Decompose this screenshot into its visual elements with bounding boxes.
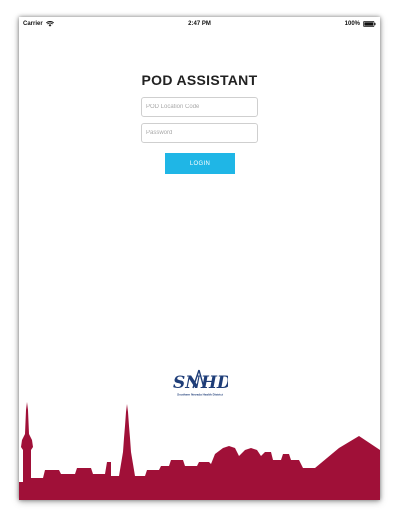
login-button[interactable]: LOGIN	[165, 153, 235, 174]
battery-icon	[363, 21, 376, 27]
app-title: POD ASSISTANT	[141, 72, 258, 88]
las-vegas-skyline	[19, 402, 380, 500]
status-bar: Carrier 2:47 PM 100%	[19, 17, 380, 33]
battery-percent: 100%	[344, 21, 360, 27]
ipad-screen: Carrier 2:47 PM 100% POD ASSISTANT POD L…	[19, 17, 380, 500]
status-right: 100%	[345, 21, 376, 27]
password-input[interactable]	[141, 123, 258, 143]
location-code-input[interactable]	[141, 97, 258, 117]
status-time: 2:47 PM	[188, 21, 211, 27]
